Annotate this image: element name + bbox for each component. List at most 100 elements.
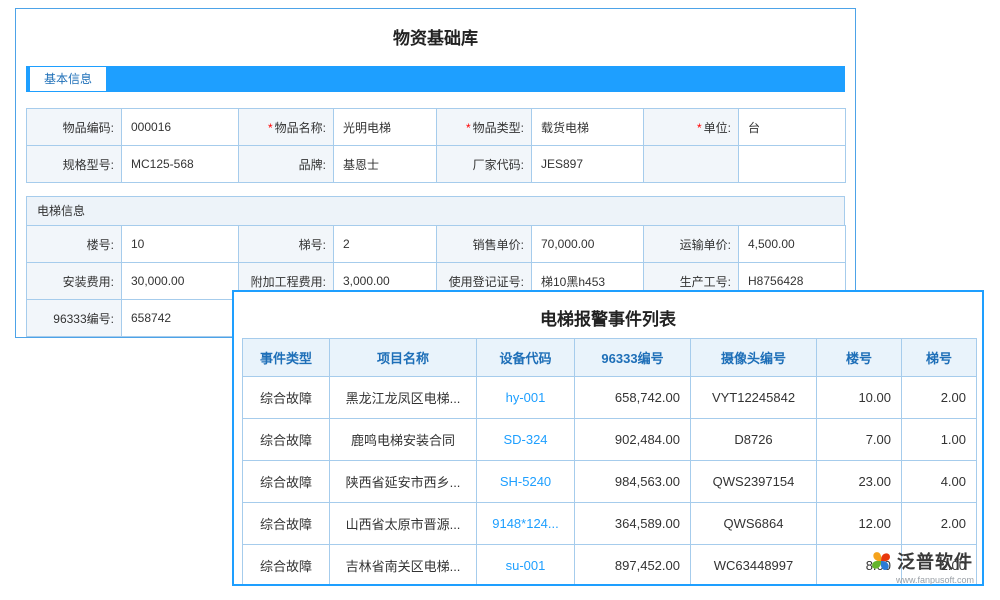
column-header-device-code: 设备代码 [477,339,575,377]
cell-event-type: 综合故障 [243,503,330,545]
form-row: 规格型号: MC125-568 品牌: 基恩士 厂家代码: JES897 [27,146,846,183]
cell-elevator-no: 2.00 [902,503,977,545]
field-value-building-no: 10 [122,226,239,263]
field-label-empty [644,146,739,183]
field-label-elevator-no: 梯号: [239,226,334,263]
field-label-sale-price: 销售单价: [437,226,532,263]
cell-device-code-link[interactable]: SH-5240 [477,461,575,503]
tab-bar: 基本信息 [26,66,845,92]
field-label-building-no: 楼号: [27,226,122,263]
field-label-text: 生产工号: [680,275,731,289]
cell-device-code-link[interactable]: hy-001 [477,377,575,419]
field-label-item-name: *物品名称: [239,109,334,146]
cell-96333-number: 984,563.00 [575,461,691,503]
required-marker: * [268,121,273,135]
column-header-event-type: 事件类型 [243,339,330,377]
field-value-empty [739,146,846,183]
field-label-manufacturer-code: 厂家代码: [437,146,532,183]
cell-elevator-no: 1.00 [902,419,977,461]
cell-96333-number: 897,452.00 [575,545,691,587]
field-label-brand: 品牌: [239,146,334,183]
cell-96333-number: 364,589.00 [575,503,691,545]
table-row[interactable]: 综合故障 陕西省延安市西乡... SH-5240 984,563.00 QWS2… [243,461,977,503]
cell-building-no: 12.00 [817,503,902,545]
column-header-project-name: 项目名称 [330,339,477,377]
cell-building-no: 10.00 [817,377,902,419]
table-row[interactable]: 综合故障 山西省太原市晋源... 9148*124... 364,589.00 … [243,503,977,545]
watermark-url: www.fanpusoft.com [896,575,990,585]
field-value-96333-no: 658742 [122,300,239,337]
required-marker: * [466,121,471,135]
cell-96333-number: 658,742.00 [575,377,691,419]
cell-camera-number: WC63448997 [691,545,817,587]
cell-event-type: 综合故障 [243,419,330,461]
cell-device-code-link[interactable]: 9148*124... [477,503,575,545]
watermark-brand: 泛普软件 [897,548,973,574]
cell-device-code-link[interactable]: su-001 [477,545,575,587]
section-header-elevator-info: 电梯信息 [26,196,845,226]
cell-project-name: 鹿鸣电梯安装合同 [330,419,477,461]
cell-camera-number: QWS6864 [691,503,817,545]
field-label-text: 使用登记证号: [449,275,524,289]
cell-event-type: 综合故障 [243,377,330,419]
field-value-elevator-no: 2 [334,226,437,263]
field-label-text: 安装费用: [63,275,114,289]
field-value-spec-model: MC125-568 [122,146,239,183]
material-base-panel: 物资基础库 基本信息 物品编码: 000016 *物品名称: 光明电梯 *物品类… [15,8,856,338]
field-label-text: 物品名称: [275,121,326,135]
field-label-text: 96333编号: [53,312,114,326]
field-label-install-fee: 安装费用: [27,263,122,300]
cell-project-name: 黑龙江龙凤区电梯... [330,377,477,419]
field-label-text: 厂家代码: [473,158,524,172]
cell-project-name: 陕西省延安市西乡... [330,461,477,503]
table-row[interactable]: 综合故障 吉林省南关区电梯... su-001 897,452.00 WC634… [243,545,977,587]
field-value-item-name: 光明电梯 [334,109,437,146]
field-label-text: 品牌: [299,158,326,172]
required-marker: * [697,121,702,135]
fanpu-logo-icon [868,548,894,574]
basic-info-table: 物品编码: 000016 *物品名称: 光明电梯 *物品类型: 载货电梯 *单位… [26,108,846,183]
form-row: 楼号: 10 梯号: 2 销售单价: 70,000.00 运输单价: 4,500… [27,226,846,263]
field-label-text: 物品类型: [473,121,524,135]
column-header-building-no: 楼号 [817,339,902,377]
column-header-elevator-no: 梯号 [902,339,977,377]
table-row[interactable]: 综合故障 黑龙江龙凤区电梯... hy-001 658,742.00 VYT12… [243,377,977,419]
field-value-brand: 基恩士 [334,146,437,183]
cell-project-name: 山西省太原市晋源... [330,503,477,545]
cell-building-no: 23.00 [817,461,902,503]
table-header-row: 事件类型 项目名称 设备代码 96333编号 摄像头编号 楼号 梯号 [243,339,977,377]
alarm-events-table: 事件类型 项目名称 设备代码 96333编号 摄像头编号 楼号 梯号 综合故障 … [242,338,977,586]
cell-event-type: 综合故障 [243,545,330,587]
field-value-install-fee: 30,000.00 [122,263,239,300]
tab-basic-info[interactable]: 基本信息 [30,67,106,91]
field-value-unit: 台 [739,109,846,146]
cell-device-code-link[interactable]: SD-324 [477,419,575,461]
field-value-item-code: 000016 [122,109,239,146]
field-label-unit: *单位: [644,109,739,146]
field-label-text: 楼号: [87,238,114,252]
field-label-spec-model: 规格型号: [27,146,122,183]
field-label-item-type: *物品类型: [437,109,532,146]
alarm-panel-title: 电梯报警事件列表 [234,305,982,330]
table-row[interactable]: 综合故障 鹿鸣电梯安装合同 SD-324 902,484.00 D8726 7.… [243,419,977,461]
field-label-transport-price: 运输单价: [644,226,739,263]
field-label-text: 物品编码: [63,121,114,135]
field-label-item-code: 物品编码: [27,109,122,146]
cell-camera-number: D8726 [691,419,817,461]
watermark: 泛普软件 www.fanpusoft.com [868,548,990,585]
field-label-text: 单位: [704,121,731,135]
field-value-transport-price: 4,500.00 [739,226,846,263]
column-header-96333-number: 96333编号 [575,339,691,377]
cell-camera-number: QWS2397154 [691,461,817,503]
field-label-text: 规格型号: [63,158,114,172]
cell-elevator-no: 4.00 [902,461,977,503]
cell-building-no: 7.00 [817,419,902,461]
field-label-text: 运输单价: [680,238,731,252]
watermark-row: 泛普软件 [868,548,990,574]
form-row: 物品编码: 000016 *物品名称: 光明电梯 *物品类型: 载货电梯 *单位… [27,109,846,146]
cell-camera-number: VYT12245842 [691,377,817,419]
field-label-96333-no: 96333编号: [27,300,122,337]
field-label-text: 梯号: [299,238,326,252]
field-label-text: 销售单价: [473,238,524,252]
field-label-text: 附加工程费用: [251,275,326,289]
